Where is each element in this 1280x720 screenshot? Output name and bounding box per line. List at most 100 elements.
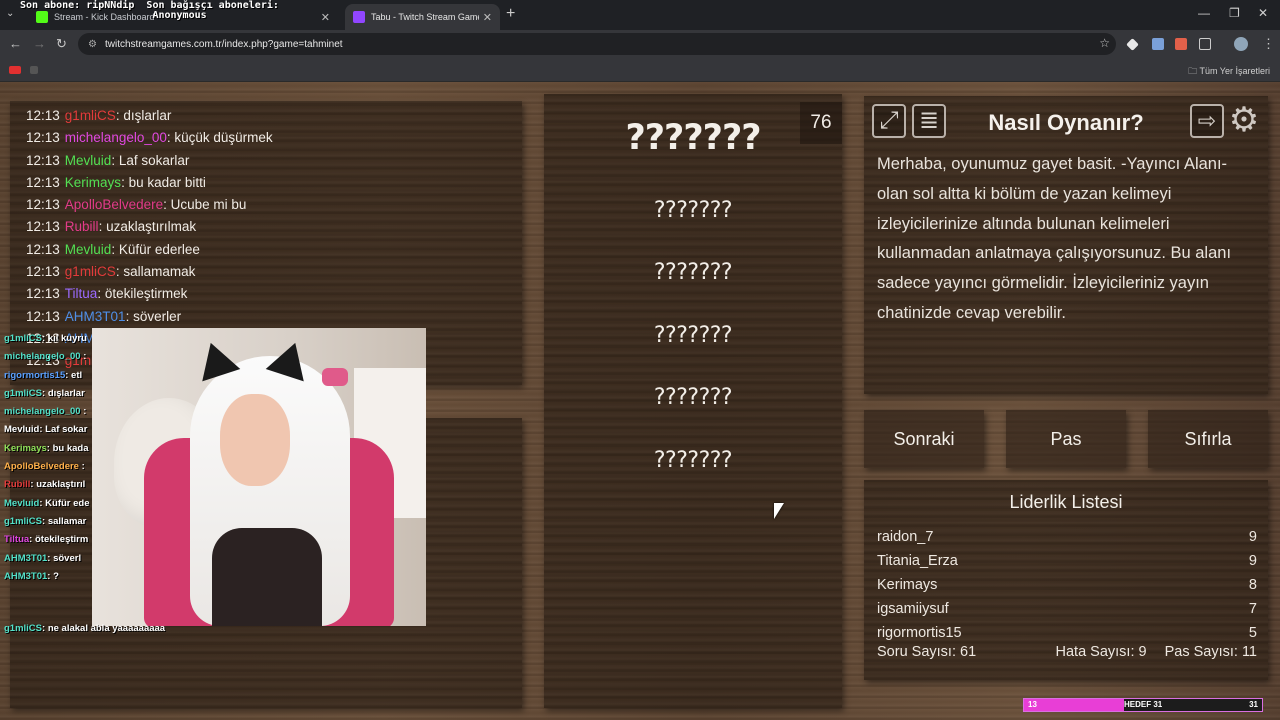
chat-message: : küçük düşürmek <box>166 130 273 146</box>
chat-message: : uzaklaştırılmak <box>98 219 197 235</box>
error-count: Hata Sayısı: 9 <box>1055 644 1147 660</box>
youtube-bookmark-icon[interactable] <box>9 66 21 74</box>
folder-icon: 🗀 <box>1188 66 1200 76</box>
chat-username[interactable]: michelangelo_00 <box>65 130 167 145</box>
close-window-icon[interactable]: ✕ <box>1258 6 1268 20</box>
bookmark-icon[interactable] <box>30 66 38 74</box>
tab-tabu-game[interactable]: Tabu - Twitch Stream Game ✕ <box>345 4 500 30</box>
overlay-chat-row: Tiltua: ötekileştirm <box>0 531 92 549</box>
bookmark-star-icon[interactable]: ☆ <box>1099 36 1110 50</box>
overlay-chat-row: AHM3T01: ? <box>0 568 92 586</box>
taboo-card-panel: 76 ??????? ??????? ??????? ??????? ?????… <box>544 94 842 708</box>
back-icon[interactable]: ← <box>9 36 22 51</box>
chat-message: : bu kada <box>46 442 89 454</box>
chat-username[interactable]: g1mliCS <box>65 108 116 123</box>
chat-message: : sallamamak <box>115 264 196 280</box>
leaderboard-score: 5 <box>1248 625 1257 641</box>
reload-icon[interactable]: ↻ <box>56 36 67 52</box>
chat-username: rigormortis15 <box>4 369 66 381</box>
leaderboard-name: rigormortis15 <box>877 625 962 641</box>
twitch-favicon-icon <box>353 11 365 23</box>
chat-message: : Laf sokar <box>39 424 88 436</box>
leaderboard-list: raidon_7 9 Titania_Erza 9 Kerimays 8 igsamiiys… <box>877 525 1257 645</box>
chat-message: : dışlarlar <box>115 108 172 123</box>
how-to-play-panel: Nasıl Oynanır? ⚙ Merhaba, oyunumuz gayet… <box>864 96 1268 394</box>
chat-time: 12:13 <box>26 219 60 235</box>
new-tab-icon[interactable]: + <box>506 5 515 23</box>
fullscreen-icon[interactable] <box>872 104 906 138</box>
overlay-chat-row: g1mliCS: dışlarlar <box>0 385 92 403</box>
chat-username: AHM3T01 <box>4 552 48 564</box>
extension-diamond-icon[interactable] <box>1126 38 1139 51</box>
chat-username[interactable]: Tiltua <box>65 286 98 301</box>
overlay-chat-row: rigormortis15: etl <box>0 367 92 385</box>
leaderboard-row: Titania_Erza 9 <box>877 549 1257 573</box>
chat-message-row: 12:13 Kerimays: bu kadar bitti <box>26 172 516 194</box>
maximize-icon[interactable]: ❐ <box>1229 6 1240 20</box>
minimize-icon[interactable]: — <box>1198 6 1210 20</box>
taboo-word: ??????? <box>653 448 733 473</box>
how-to-play-title: Nasıl Oynanır? <box>988 110 1144 135</box>
extensions-puzzle-icon[interactable] <box>1199 38 1211 50</box>
chat-username: g1mliCS <box>4 333 43 344</box>
webcam-person-face <box>220 394 290 486</box>
tab-title: Tabu - Twitch Stream Game <box>371 12 479 22</box>
chat-message: : ? <box>47 570 59 582</box>
notes-icon[interactable] <box>912 104 946 138</box>
taboo-word: ??????? <box>653 385 733 410</box>
chat-username[interactable]: Mevluid <box>65 153 112 168</box>
leaderboard-row: rigormortis15 5 <box>877 621 1257 645</box>
pass-count: Pas Sayısı: 11 <box>1164 644 1257 660</box>
chat-time: 12:13 <box>26 130 60 146</box>
chat-username[interactable]: AHM3T01 <box>65 309 126 324</box>
close-tab-icon[interactable]: ✕ <box>483 11 492 24</box>
extension-badge-icon[interactable] <box>1152 38 1164 50</box>
goal-current: 13 <box>1028 700 1037 709</box>
chat-username: michelangelo_00 <box>4 351 81 363</box>
tab-list-icon[interactable]: ⌄ <box>6 8 14 19</box>
overlay-chat-row: Kerimays: bu kada <box>0 440 92 458</box>
pass-button[interactable]: Pas <box>1006 410 1126 468</box>
chat-message: : ötekileştirmek <box>97 286 188 302</box>
chat-time: 12:13 <box>26 174 60 190</box>
leaderboard-row: Kerimays 8 <box>877 573 1257 597</box>
extension-color-icon[interactable] <box>1175 38 1187 50</box>
overlay-chat-row: Mevluid: Laf sokar <box>0 421 92 439</box>
chat-username[interactable]: Rubill <box>65 219 99 234</box>
chat-username[interactable]: ApolloBelvedere <box>65 197 163 212</box>
goal-target: 31 <box>1249 700 1258 709</box>
address-bar[interactable]: ⚙ twitchstreamgames.com.tr/index.php?gam… <box>78 33 1116 55</box>
chat-username[interactable]: g1mliCS <box>65 264 116 279</box>
goal-progress-fill <box>1024 699 1124 711</box>
all-bookmarks-button[interactable]: 🗀 Tüm Yer İşaretleri <box>1188 64 1270 80</box>
site-info-icon[interactable]: ⚙ <box>88 39 97 50</box>
menu-dots-icon[interactable]: ⋮ <box>1262 36 1275 52</box>
exit-icon[interactable] <box>1190 104 1224 138</box>
chat-username[interactable]: Mevluid <box>65 242 112 257</box>
goal-label: HEDEF 31 <box>1124 700 1163 709</box>
browser-toolbar: ← → ↻ ⚙ twitchstreamgames.com.tr/index.p… <box>0 30 1280 58</box>
chat-message: : söverl <box>47 552 82 564</box>
chat-time: 12:13 <box>26 264 60 280</box>
webcam-feed <box>92 328 426 626</box>
chat-username[interactable]: Kerimays <box>65 175 121 190</box>
close-tab-icon[interactable]: ✕ <box>321 11 330 24</box>
webcam-person-top <box>212 528 322 626</box>
leaderboard-title: Liderlik Listesi <box>1009 492 1123 512</box>
reset-button[interactable]: Sıfırla <box>1148 410 1268 468</box>
overlay-chat-row: michelangelo_00 : <box>0 403 92 421</box>
chat-message-row: 12:13 Rubill: uzaklaştırılmak <box>26 216 516 238</box>
chat-message-row: 12:13 Mevluid: Laf sokarlar <box>26 150 516 172</box>
leaderboard-name: Kerimays <box>877 577 938 593</box>
settings-gear-icon[interactable]: ⚙ <box>1226 102 1262 138</box>
chat-message: : sallamar <box>42 515 87 527</box>
forward-icon[interactable]: → <box>33 36 46 51</box>
question-count: Soru Sayısı: 61 <box>877 644 977 660</box>
url-text: twitchstreamgames.com.tr/index.php?game=… <box>104 38 343 50</box>
profile-avatar[interactable] <box>1234 37 1248 51</box>
next-button[interactable]: Sonraki <box>864 410 984 468</box>
chat-username: michelangelo_00 <box>4 406 81 418</box>
chat-username: Rubill <box>4 479 31 491</box>
chat-username: Tiltua <box>4 534 30 546</box>
leaderboard-name: igsamiiysuf <box>877 601 949 617</box>
